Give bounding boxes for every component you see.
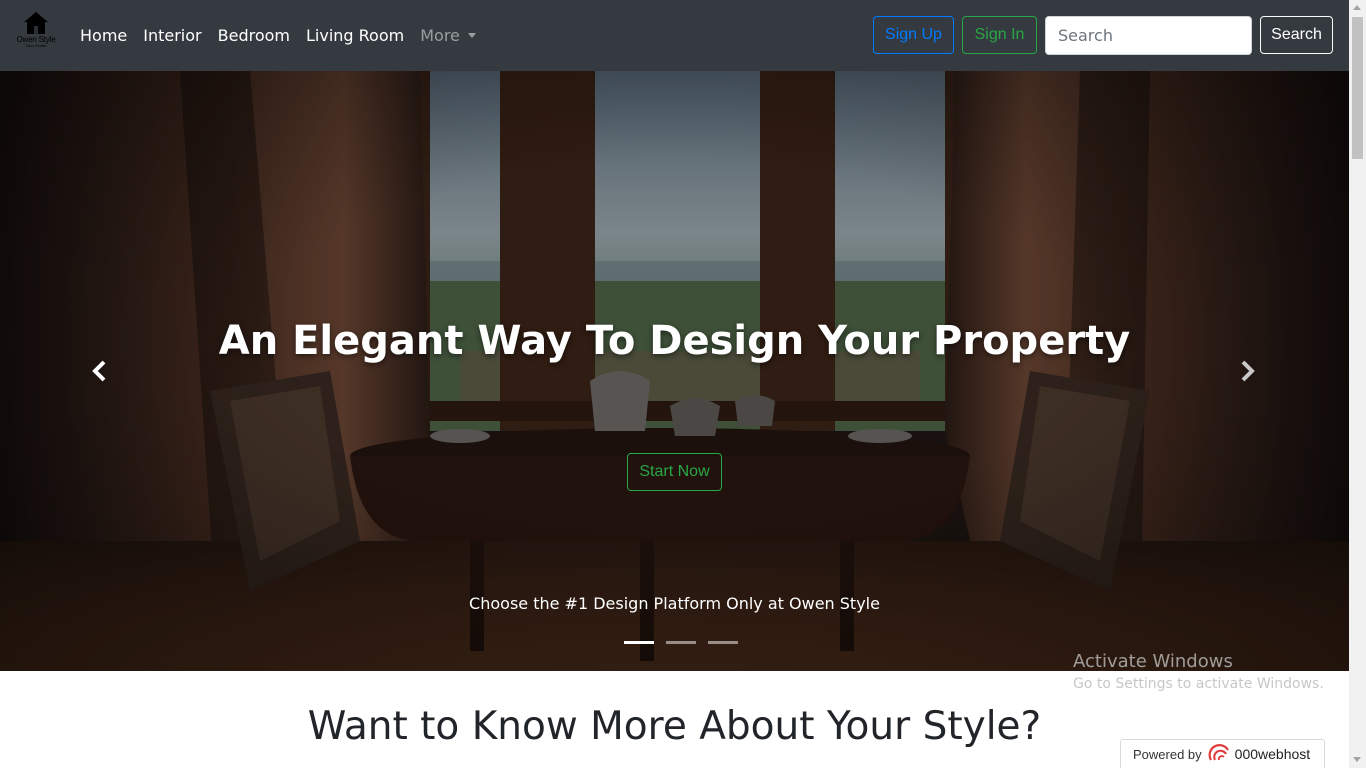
search-input[interactable] (1045, 16, 1252, 55)
carousel-next-button[interactable] (1147, 71, 1347, 671)
nav-dropdown-more-label: More (420, 26, 460, 45)
nav-links: Home Interior Bedroom Living Room More (72, 0, 484, 71)
carousel-prev-button[interactable] (0, 71, 200, 671)
scroll-thumb[interactable] (1352, 17, 1363, 159)
chevron-left-icon (92, 360, 106, 382)
carousel-indicator-3[interactable] (708, 641, 738, 644)
powered-by-brand: 000webhost (1234, 746, 1311, 762)
scroll-down-arrow-icon[interactable] (1353, 757, 1361, 762)
scroll-up-arrow-icon[interactable] (1353, 5, 1361, 10)
powered-by-badge[interactable]: Powered by 000webhost (1120, 739, 1325, 768)
nav-link-interior[interactable]: Interior (135, 26, 209, 45)
carousel-indicators (624, 641, 738, 644)
page-scrollbar[interactable] (1349, 0, 1366, 768)
top-navbar: Owen Style Own Sense Home Interior Bedro… (0, 0, 1349, 71)
watermark-line-2: Go to Settings to activate Windows. (1073, 676, 1324, 692)
brand-logo[interactable]: Owen Style Own Sense (14, 11, 58, 61)
brand-tagline: Own Sense (25, 43, 47, 48)
caret-down-icon (467, 33, 476, 38)
search-button[interactable]: Search (1260, 16, 1333, 54)
powered-by-label: Powered by (1133, 746, 1202, 762)
nav-link-home[interactable]: Home (72, 26, 135, 45)
carousel-indicator-1[interactable] (624, 641, 654, 644)
webhost-logo-icon (1208, 744, 1229, 761)
nav-link-bedroom[interactable]: Bedroom (210, 26, 298, 45)
chevron-right-icon (1241, 360, 1255, 382)
sign-in-button[interactable]: Sign In (962, 16, 1037, 54)
start-now-button[interactable]: Start Now (627, 453, 722, 491)
house-icon (24, 12, 48, 34)
nav-link-living-room[interactable]: Living Room (298, 26, 412, 45)
carousel-indicator-2[interactable] (666, 641, 696, 644)
sign-up-button[interactable]: Sign Up (873, 16, 954, 54)
nav-dropdown-more[interactable]: More (412, 26, 484, 45)
